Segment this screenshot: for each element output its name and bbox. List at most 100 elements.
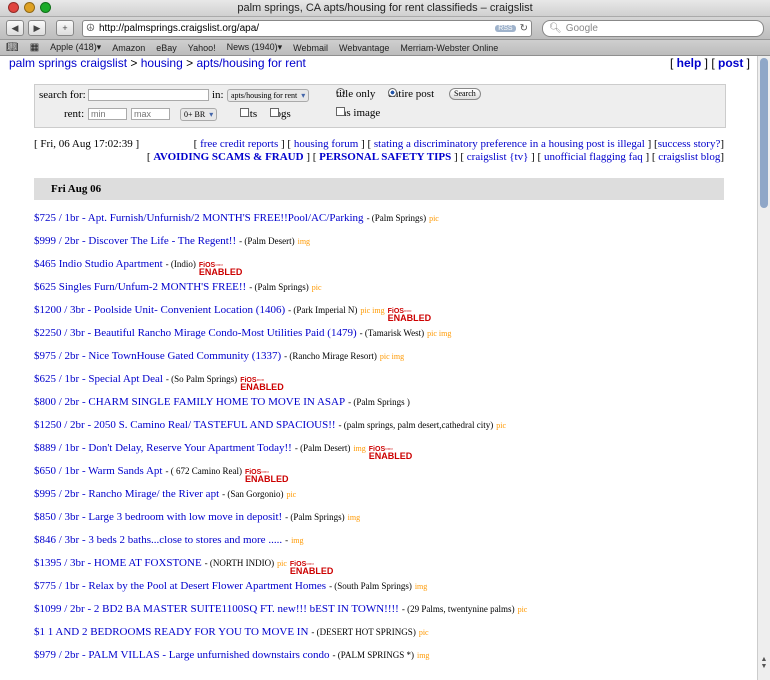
fios-enabled-badge[interactable]: FiOS▫▫▫ ENABLED: [199, 262, 243, 277]
rent-label: rent:: [64, 108, 85, 120]
listing-row: $1395 / 3br - HOME AT FOXSTONE - (NORTH …: [34, 557, 527, 580]
listing-row: $975 / 2br - Nice TownHouse Gated Commun…: [34, 350, 527, 373]
bookmark-item[interactable]: Amazon: [112, 43, 145, 53]
fios-enabled-badge[interactable]: FiOS▫▫▫ ENABLED: [240, 377, 284, 392]
listing-link[interactable]: $725 / 1br - Apt. Furnish/Unfurnish/2 MO…: [34, 212, 364, 225]
listing-media-tag: img: [416, 651, 430, 660]
title-only-radio[interactable]: [336, 88, 345, 97]
craigslist-tv-link[interactable]: craigslist {tv}: [467, 151, 529, 163]
listing-link[interactable]: $1250 / 2br - 2050 S. Camino Real/ TASTE…: [34, 419, 336, 432]
search-field[interactable]: 🔍︎ Google: [542, 19, 764, 37]
listing-row: $1 1 AND 2 BEDROOMS READY FOR YOU TO MOV…: [34, 626, 527, 649]
discrimination-link[interactable]: stating a discriminatory preference in a…: [374, 138, 645, 150]
has-image-checkbox[interactable]: [336, 107, 345, 116]
listing-link[interactable]: $800 / 2br - CHARM SINGLE FAMILY HOME TO…: [34, 396, 345, 409]
scroll-arrows[interactable]: ▲ ▼: [758, 656, 770, 680]
listing-location: - (Tamarisk West): [359, 328, 425, 338]
listing-location: - (palm springs, palm desert,cathedral c…: [338, 420, 494, 430]
scams-link[interactable]: AVOIDING SCAMS & FRAUD: [153, 151, 303, 163]
listing-media-tag: pic: [277, 559, 287, 568]
listing-link[interactable]: $625 Singles Furn/Unfum-2 MONTH'S FREE!!: [34, 281, 246, 294]
minimize-window-button[interactable]: [24, 2, 35, 13]
dogs-checkbox[interactable]: [270, 108, 279, 117]
fios-enabled-badge[interactable]: FiOS▫▫▫ ENABLED: [245, 469, 289, 484]
listing-link[interactable]: $995 / 2br - Rancho Mirage/ the River ap…: [34, 488, 219, 501]
fios-enabled-badge[interactable]: FiOS▫▫▫ ENABLED: [369, 446, 413, 461]
listing-row: $465 Indio Studio Apartment - (Indio) FiO…: [34, 258, 527, 281]
listing-link[interactable]: $1395 / 3br - HOME AT FOXSTONE: [34, 557, 202, 570]
entire-post-option[interactable]: entire post: [388, 88, 434, 100]
listing-row: $889 / 1br - Don't Delay, Reserve Your A…: [34, 442, 527, 465]
fios-enabled-badge[interactable]: FiOS▫▫▫ ENABLED: [290, 561, 334, 576]
listing-link[interactable]: $975 / 2br - Nice TownHouse Gated Commun…: [34, 350, 281, 363]
listing-link[interactable]: $1099 / 2br - 2 BD2 BA MASTER SUITE1100S…: [34, 603, 399, 616]
bookmark-item[interactable]: News (1940)▾: [227, 42, 283, 53]
listing-row: $775 / 1br - Relax by the Pool at Desert…: [34, 580, 527, 603]
cats-option[interactable]: cats: [240, 108, 257, 120]
bookmark-item[interactable]: Yahoo!: [188, 43, 216, 53]
listing-link[interactable]: $846 / 3br - 3 beds 2 baths...close to s…: [34, 534, 282, 547]
cats-checkbox[interactable]: [240, 108, 249, 117]
listing-row: $1200 / 3br - Poolside Unit- Convenient …: [34, 304, 527, 327]
breadcrumb-site-link[interactable]: palm springs craigslist: [9, 56, 127, 70]
address-bar[interactable]: ☮ http://palmsprings.craigslist.org/apa/…: [82, 19, 532, 37]
rent-max-input[interactable]: [131, 108, 170, 120]
search-query-input[interactable]: [88, 89, 209, 101]
housing-forum-link[interactable]: housing forum: [294, 138, 358, 150]
listing-link[interactable]: $1 1 AND 2 BEDROOMS READY FOR YOU TO MOV…: [34, 626, 308, 639]
reload-icon[interactable]: ↻: [520, 23, 528, 34]
breadcrumb-apts-link[interactable]: apts/housing for rent: [196, 56, 305, 70]
rent-min-input[interactable]: [88, 108, 127, 120]
bookmark-item[interactable]: Webvantage: [339, 43, 389, 53]
success-story-link[interactable]: success story?: [658, 138, 721, 150]
scroll-thumb[interactable]: [760, 58, 768, 208]
entire-post-radio[interactable]: [388, 88, 397, 97]
help-link[interactable]: help: [677, 56, 702, 70]
breadcrumb-separator: >: [127, 56, 141, 70]
add-bookmark-button[interactable]: +: [56, 20, 74, 36]
bookmark-item[interactable]: Apple (418)▾: [50, 42, 101, 53]
listing-link[interactable]: $650 / 1br - Warm Sands Apt: [34, 465, 162, 478]
listing-link[interactable]: $625 / 1br - Special Apt Deal: [34, 373, 163, 386]
breadcrumb-housing-link[interactable]: housing: [141, 56, 183, 70]
vertical-scrollbar[interactable]: ▲ ▼: [757, 56, 770, 680]
listing-link[interactable]: $850 / 3br - Large 3 bedroom with low mo…: [34, 511, 282, 524]
safety-tips-link[interactable]: PERSONAL SAFETY TIPS: [319, 151, 451, 163]
listing-link[interactable]: $2250 / 3br - Beautiful Rancho Mirage Co…: [34, 327, 357, 340]
rss-badge[interactable]: RSS: [495, 24, 516, 32]
back-button[interactable]: ◀: [6, 20, 24, 36]
fios-enabled-badge[interactable]: FiOS▫▫▫ ENABLED: [387, 308, 432, 323]
bedrooms-select[interactable]: 0+ BR: [180, 108, 218, 121]
has-image-option[interactable]: has image: [336, 107, 380, 119]
listing-media-tag: pic: [517, 605, 528, 614]
listing-row: $995 / 2br - Rancho Mirage/ the River ap…: [34, 488, 527, 511]
listing-row: $650 / 1br - Warm Sands Apt - ( 672 Cami…: [34, 465, 527, 488]
breadcrumb: palm springs craigslist > housing > apts…: [9, 56, 306, 70]
bookmark-item[interactable]: Webmail: [293, 43, 328, 53]
peace-icon: ☮: [86, 22, 95, 34]
category-select[interactable]: apts/housing for rent: [227, 89, 310, 102]
free-credit-link[interactable]: free credit reports: [200, 138, 278, 150]
forward-button[interactable]: ▶: [28, 20, 46, 36]
bookmark-item[interactable]: eBay: [156, 43, 177, 53]
title-only-option[interactable]: title only: [336, 88, 375, 100]
listing-link[interactable]: $1200 / 3br - Poolside Unit- Convenient …: [34, 304, 285, 317]
post-link[interactable]: post: [718, 56, 743, 70]
zoom-window-button[interactable]: [40, 2, 51, 13]
listing-link[interactable]: $465 Indio Studio Apartment: [34, 258, 163, 271]
bookmark-item[interactable]: Merriam-Webster Online: [400, 43, 498, 53]
craigslist-blog-link[interactable]: craigslist blog: [658, 151, 720, 163]
listing-row: $850 / 3br - Large 3 bedroom with low mo…: [34, 511, 527, 534]
dogs-option[interactable]: dogs: [270, 108, 291, 120]
grid-icon[interactable]: ▦: [30, 42, 39, 53]
search-button[interactable]: Search: [449, 88, 481, 100]
listing-link[interactable]: $979 / 2br - PALM VILLAS - Large unfurni…: [34, 649, 330, 662]
fios-badge-line: ENABLED: [387, 312, 432, 323]
listing-link[interactable]: $999 / 2br - Discover The Life - The Reg…: [34, 235, 236, 248]
listing-link[interactable]: $889 / 1br - Don't Delay, Reserve Your A…: [34, 442, 292, 455]
close-window-button[interactable]: [8, 2, 19, 13]
listing-row: $625 / 1br - Special Apt Deal - (So Palm…: [34, 373, 527, 396]
book-icon[interactable]: 📖︎: [6, 42, 19, 53]
flagging-faq-link[interactable]: unofficial flagging faq: [544, 151, 643, 163]
listing-link[interactable]: $775 / 1br - Relax by the Pool at Desert…: [34, 580, 326, 593]
